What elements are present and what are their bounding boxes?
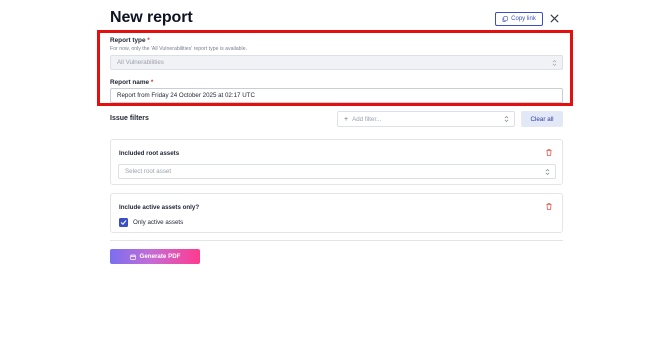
required-marker: * xyxy=(150,79,154,86)
calendar-icon xyxy=(129,253,136,260)
report-type-help: For now, only the 'All Vulnerabilities' … xyxy=(110,46,248,52)
clear-all-button[interactable]: Clear all xyxy=(521,111,563,127)
generate-pdf-button[interactable]: Generate PDF xyxy=(110,249,200,264)
report-name-value: Report from Friday 24 October 2025 at 02… xyxy=(117,92,255,99)
chevron-updown-icon xyxy=(552,59,557,66)
report-type-value: All Vulnerabilities xyxy=(117,59,164,66)
add-filter-select[interactable]: + Add filter... xyxy=(337,111,515,127)
issue-filters-title: Issue filters xyxy=(110,115,149,122)
root-assets-card: Included root assets Select root asset xyxy=(110,139,563,185)
page-title: New report xyxy=(110,9,193,26)
only-active-checkbox[interactable] xyxy=(119,218,128,227)
root-asset-select[interactable]: Select root asset xyxy=(118,164,556,179)
report-type-select[interactable]: All Vulnerabilities xyxy=(110,55,563,70)
divider xyxy=(110,240,563,241)
copy-link-label: Copy link xyxy=(511,16,536,22)
root-asset-placeholder: Select root asset xyxy=(125,168,172,175)
trash-icon[interactable] xyxy=(546,203,552,210)
report-type-label: Report type * xyxy=(110,37,150,44)
copy-icon xyxy=(502,16,508,22)
chevron-updown-icon xyxy=(545,168,550,175)
add-filter-placeholder: Add filter... xyxy=(352,115,382,123)
required-marker: * xyxy=(147,37,150,44)
active-assets-card: Include active assets only? Only active … xyxy=(110,193,563,233)
close-icon[interactable] xyxy=(549,13,560,24)
report-name-label: Report name * xyxy=(110,79,154,86)
plus-icon: + xyxy=(344,115,349,123)
trash-icon[interactable] xyxy=(546,149,552,156)
active-assets-title: Include active assets only? xyxy=(119,204,200,211)
checkmark-icon xyxy=(120,220,127,225)
chevron-updown-icon xyxy=(504,116,509,122)
only-active-label: Only active assets xyxy=(133,219,184,226)
generate-pdf-label: Generate PDF xyxy=(139,253,181,260)
report-name-input[interactable]: Report from Friday 24 October 2025 at 02… xyxy=(110,88,563,103)
root-assets-title: Included root assets xyxy=(119,150,180,157)
copy-link-button[interactable]: Copy link xyxy=(495,12,543,26)
